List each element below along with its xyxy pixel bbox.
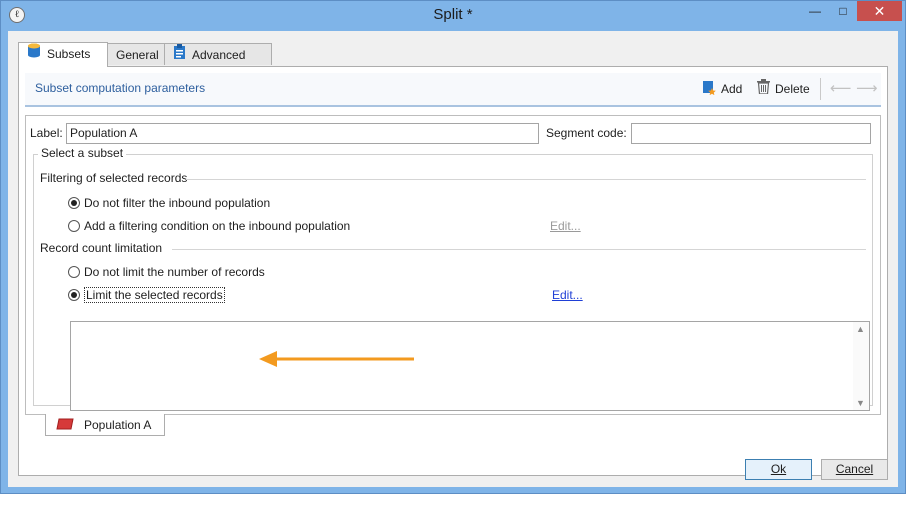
filter-option-condition[interactable]: Add a filtering condition on the inbound…: [68, 218, 350, 234]
filter-edit-link: Edit...: [550, 219, 581, 233]
select-subset-group: Select a subset Filtering of selected re…: [33, 146, 873, 411]
database-icon: [27, 43, 41, 66]
section-title: Subset computation parameters: [35, 81, 206, 95]
filter-option-none[interactable]: Do not filter the inbound population: [68, 195, 270, 211]
subsets-panel: Subset computation parameters Add Delete…: [18, 66, 888, 476]
clipboard-icon: [173, 44, 186, 67]
limit-option-selected[interactable]: Limit the selected records: [68, 287, 225, 303]
subset-shape-icon: [56, 415, 74, 437]
section-header: Subset computation parameters Add Delete…: [25, 73, 881, 107]
scroll-down-icon[interactable]: ▼: [856, 398, 865, 408]
split-dialog-window: ℓ Split * — □ ✕ Subsets General Advanced…: [0, 0, 906, 494]
label-input[interactable]: Population A: [66, 123, 539, 144]
subset-tab-label: Population A: [84, 418, 152, 432]
radio-selected-icon: [68, 197, 80, 209]
trash-icon: [757, 79, 770, 100]
radio-unselected-icon: [68, 266, 80, 278]
tab-advanced-label: Advanced: [192, 48, 246, 62]
limit-heading: Record count limitation: [40, 241, 163, 255]
scroll-up-icon[interactable]: ▲: [856, 324, 865, 334]
filtering-heading: Filtering of selected records: [40, 171, 188, 185]
maximize-button[interactable]: □: [830, 1, 856, 21]
segment-code-caption: Segment code:: [546, 126, 627, 140]
filtering-divider: [186, 179, 866, 180]
limit-option-none-label: Do not limit the number of records: [84, 265, 265, 279]
ok-button[interactable]: Ok: [745, 459, 812, 480]
toolbar-divider: [820, 78, 821, 100]
cancel-label: Cancel: [835, 462, 874, 476]
cancel-button[interactable]: Cancel: [821, 459, 888, 480]
filter-option-none-label: Do not filter the inbound population: [84, 196, 271, 210]
delete-button[interactable]: Delete: [757, 79, 810, 99]
radio-unselected-icon: [68, 220, 80, 232]
arrow-right-icon[interactable]: ⟶: [856, 79, 878, 99]
window-title: Split *: [433, 6, 473, 23]
subset-editor: Label: Population A Segment code: Select…: [25, 115, 881, 415]
tab-subsets-label: Subsets: [47, 47, 91, 61]
limit-option-selected-label: Limit the selected records: [84, 287, 225, 303]
delete-label: Delete: [775, 82, 810, 96]
title-bar[interactable]: ℓ Split * — □ ✕: [1, 1, 905, 31]
radio-selected-icon: [68, 289, 80, 301]
annotation-arrow-icon: [259, 350, 419, 371]
segment-code-input[interactable]: [631, 123, 871, 144]
arrow-left-icon[interactable]: ⟵: [830, 79, 852, 99]
filter-option-condition-label: Add a filtering condition on the inbound…: [84, 219, 351, 233]
dialog-client-area: Subsets General Advanced Subset computat…: [8, 31, 898, 487]
tab-advanced[interactable]: Advanced: [164, 43, 272, 65]
tab-subsets[interactable]: Subsets: [18, 42, 108, 67]
tab-general[interactable]: General: [107, 43, 165, 65]
subset-tab-population-a[interactable]: Population A: [45, 414, 165, 436]
add-label: Add: [721, 82, 743, 97]
tab-general-label: General: [116, 48, 159, 62]
add-icon: [702, 79, 716, 101]
group-title: Select a subset: [38, 146, 127, 160]
limit-divider: [172, 249, 866, 250]
add-button[interactable]: Add: [702, 79, 742, 99]
limit-edit-link[interactable]: Edit...: [552, 288, 583, 302]
ok-label: Ok: [770, 462, 787, 476]
label-caption: Label:: [30, 126, 63, 140]
memo-scrollbar[interactable]: ▲ ▼: [853, 322, 869, 410]
minimize-button[interactable]: —: [802, 1, 828, 21]
close-button[interactable]: ✕: [857, 1, 902, 21]
limit-option-none[interactable]: Do not limit the number of records: [68, 264, 265, 280]
limit-description-box[interactable]: ▲ ▼: [70, 321, 870, 411]
